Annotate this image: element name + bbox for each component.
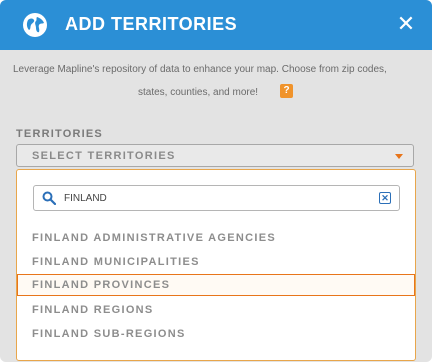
- search-input[interactable]: [64, 190, 364, 206]
- territories-select[interactable]: SELECT TERRITORIES: [16, 144, 414, 167]
- caret-down-icon: [395, 154, 403, 159]
- close-icon[interactable]: ✕: [394, 10, 418, 38]
- territories-label: TERRITORIES: [16, 128, 103, 140]
- modal-header: ADD TERRITORIES ✕: [0, 0, 432, 50]
- option-finland-administrative-agencies[interactable]: FINLAND ADMINISTRATIVE AGENCIES: [17, 227, 415, 249]
- option-finland-provinces[interactable]: FINLAND PROVINCES: [17, 274, 415, 296]
- search-box[interactable]: ✕: [33, 185, 400, 211]
- modal-title: ADD TERRITORIES: [65, 14, 238, 34]
- modal-description: Leverage Mapline's repository of data to…: [0, 50, 432, 112]
- option-finland-sub-regions[interactable]: FINLAND SUB-REGIONS: [17, 323, 415, 345]
- add-territories-modal: ADD TERRITORIES ✕ Leverage Mapline's rep…: [0, 0, 432, 362]
- description-line-1: Leverage Mapline's repository of data to…: [13, 64, 387, 75]
- clear-icon[interactable]: ✕: [379, 192, 391, 204]
- territories-dropdown: ✕ FINLAND ADMINISTRATIVE AGENCIES FINLAN…: [16, 169, 416, 361]
- option-finland-municipalities[interactable]: FINLAND MUNICIPALITIES: [17, 251, 415, 273]
- description-line-2: states, counties, and more!: [138, 87, 259, 98]
- globe-icon: [23, 13, 47, 37]
- option-finland-regions[interactable]: FINLAND REGIONS: [17, 299, 415, 321]
- select-placeholder: SELECT TERRITORIES: [32, 150, 176, 162]
- search-icon: [42, 191, 56, 205]
- help-icon[interactable]: ?: [280, 84, 293, 98]
